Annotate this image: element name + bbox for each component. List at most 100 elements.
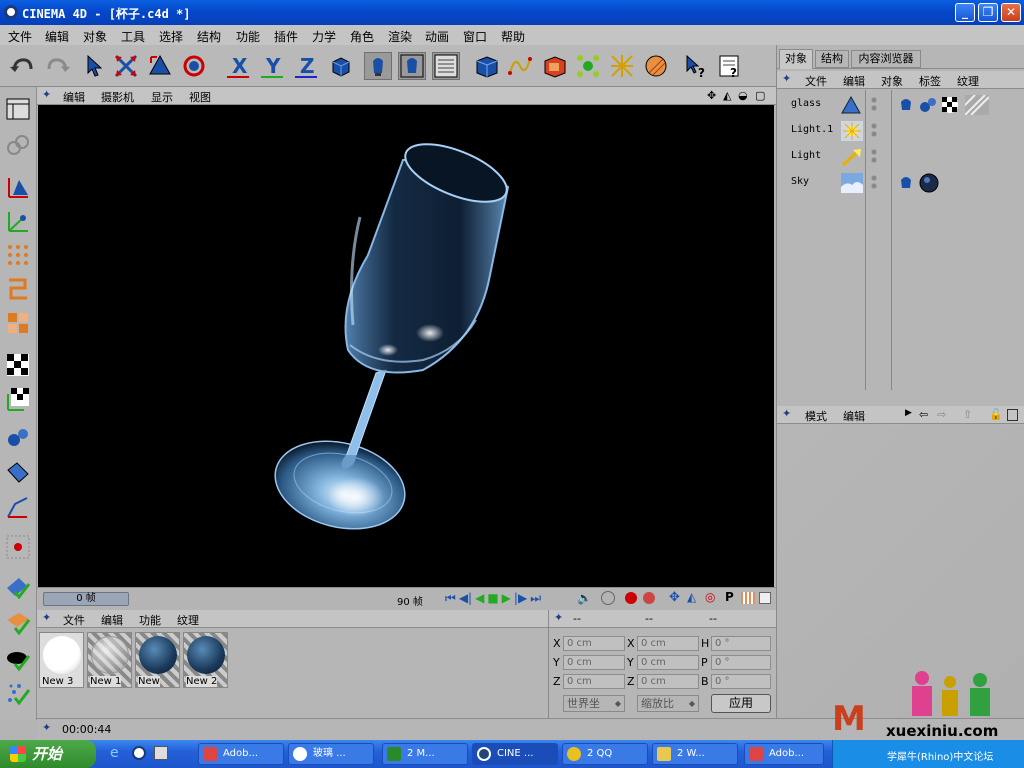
size-x-field[interactable]: 0 cm: [637, 636, 699, 651]
quicklaunch-desktop-icon[interactable]: [154, 746, 168, 760]
ie-icon[interactable]: e: [110, 745, 119, 761]
back-arrow-icon[interactable]: ⇦: [919, 408, 928, 421]
frame-slider[interactable]: 0 帧: [43, 592, 129, 606]
rot-b-field[interactable]: 0 °: [711, 674, 771, 689]
attribute-menu-mode[interactable]: 模式: [805, 408, 827, 424]
material-tag-icon[interactable]: [897, 174, 915, 192]
layout-icon[interactable]: [4, 95, 32, 123]
menu-object[interactable]: 对象: [83, 28, 107, 45]
taskbar-item[interactable]: 玻璃 ...: [288, 743, 374, 765]
go-to-start-icon[interactable]: ⏮: [445, 591, 456, 607]
play-backward-icon[interactable]: ◀: [475, 591, 484, 607]
rotate-tool-icon[interactable]: [180, 52, 208, 80]
play-forward-icon[interactable]: ▶: [502, 591, 511, 607]
scene-icon[interactable]: [642, 52, 670, 80]
menu-functions[interactable]: 功能: [236, 28, 260, 45]
pos-z-field[interactable]: 0 cm: [563, 674, 625, 689]
3d-viewport[interactable]: [38, 105, 774, 587]
material-swatch[interactable]: New: [135, 632, 180, 688]
menu-render[interactable]: 渲染: [388, 28, 412, 45]
menu-dynamics[interactable]: 力学: [312, 28, 336, 45]
key-rotation-icon[interactable]: ◎: [705, 590, 715, 604]
prev-key-icon[interactable]: ◀|: [459, 591, 472, 607]
render-view-icon[interactable]: [364, 52, 392, 80]
render-region-icon[interactable]: [398, 52, 426, 80]
object-row[interactable]: Light.1: [777, 120, 1017, 142]
menu-structure[interactable]: 结构: [197, 28, 221, 45]
x-axis-lock-icon[interactable]: X: [224, 52, 252, 80]
checker-tag-icon[interactable]: [941, 96, 961, 114]
soft-selection-icon[interactable]: [4, 645, 32, 673]
visibility-dots-icon[interactable]: [871, 122, 877, 138]
material-menu-texture[interactable]: 纹理: [177, 612, 199, 628]
spline-icon[interactable]: [506, 52, 534, 80]
pan-view-icon[interactable]: ✥: [707, 89, 716, 102]
edges-mode-icon[interactable]: [4, 275, 32, 303]
pin-icon[interactable]: ✦: [782, 408, 794, 420]
size-z-field[interactable]: 0 cm: [637, 674, 699, 689]
key-scale-icon[interactable]: ◭: [687, 590, 696, 604]
viewport-menu-display[interactable]: 显示: [151, 89, 173, 105]
object-menu-object[interactable]: 对象: [881, 73, 903, 89]
object-row[interactable]: glass: [777, 94, 1017, 116]
cube-primitive-icon[interactable]: [472, 52, 500, 80]
menu-select[interactable]: 选择: [159, 28, 183, 45]
nurbs-icon[interactable]: [540, 52, 568, 80]
pin-icon[interactable]: ✦: [42, 722, 54, 734]
visibility-dots-icon[interactable]: [871, 174, 877, 190]
material-swatch[interactable]: New 1: [87, 632, 132, 688]
enable-axis-icon[interactable]: [4, 573, 32, 601]
brush-icon[interactable]: [4, 679, 32, 707]
maximize-view-icon[interactable]: ▢: [755, 89, 765, 102]
pin-icon[interactable]: ✦: [782, 73, 794, 85]
pos-x-field[interactable]: 0 cm: [563, 636, 625, 651]
auto-key-icon[interactable]: [643, 592, 655, 604]
polygons-mode-icon[interactable]: [4, 309, 32, 337]
minimize-button[interactable]: _: [955, 3, 975, 22]
menu-plugins[interactable]: 插件: [274, 28, 298, 45]
y-axis-lock-icon[interactable]: Y: [258, 52, 286, 80]
new-window-icon[interactable]: [1007, 409, 1018, 421]
material-menu-edit[interactable]: 编辑: [101, 612, 123, 628]
sound-icon[interactable]: 🔈: [577, 591, 592, 605]
taskbar-item[interactable]: 2 W...: [652, 743, 738, 765]
visibility-dots-icon[interactable]: [871, 148, 877, 164]
texture-mode-icon[interactable]: [4, 351, 32, 379]
start-button[interactable]: 开始: [0, 740, 96, 768]
taskbar-item[interactable]: 2 QQ: [562, 743, 648, 765]
taskbar-item[interactable]: Adob...: [198, 743, 284, 765]
object-menu-texture[interactable]: 纹理: [957, 73, 979, 89]
scale-mode-dropdown[interactable]: 缩放比 ◆: [637, 695, 699, 712]
record-disabled-icon[interactable]: [601, 591, 615, 605]
object-axis-icon[interactable]: [4, 207, 32, 235]
object-menu-file[interactable]: 文件: [805, 73, 827, 89]
tab-content-browser[interactable]: 内容浏览器: [851, 50, 921, 68]
help-pointer-icon[interactable]: ?: [682, 52, 710, 80]
menu-edit[interactable]: 编辑: [45, 28, 69, 45]
menu-character[interactable]: 角色: [350, 28, 374, 45]
rotate-view-icon[interactable]: ◒: [738, 89, 748, 102]
select-arrow-icon[interactable]: [80, 52, 108, 80]
triangle-right-icon[interactable]: ▶: [905, 408, 912, 418]
render-settings-icon[interactable]: [432, 52, 460, 80]
material-menu-file[interactable]: 文件: [63, 612, 85, 628]
tab-structure[interactable]: 结构: [815, 50, 849, 68]
joint-icon[interactable]: [4, 425, 32, 453]
pos-y-field[interactable]: 0 cm: [563, 655, 625, 670]
up-arrow-icon[interactable]: ⇧: [963, 408, 972, 421]
redo-icon[interactable]: [44, 52, 72, 80]
material-menu-function[interactable]: 功能: [139, 612, 161, 628]
forward-arrow-icon[interactable]: ⇨: [937, 408, 946, 421]
pin-icon[interactable]: ✦: [554, 612, 566, 624]
material-tag-icon[interactable]: [897, 96, 915, 114]
key-parameter-icon[interactable]: P: [725, 590, 734, 604]
coord-system-dropdown[interactable]: 世界坐 ◆: [563, 695, 625, 712]
material-swatch[interactable]: New 2: [183, 632, 228, 688]
taskbar-item-active[interactable]: CINE ...: [472, 743, 558, 765]
tweak-mode-icon[interactable]: [4, 131, 32, 159]
object-menu-edit[interactable]: 编辑: [843, 73, 865, 89]
timeline-menu-icon[interactable]: [759, 592, 771, 604]
material-swatch[interactable]: New 3: [39, 632, 84, 688]
next-key-icon[interactable]: |▶: [514, 591, 527, 607]
menu-help[interactable]: 帮助: [501, 28, 525, 45]
